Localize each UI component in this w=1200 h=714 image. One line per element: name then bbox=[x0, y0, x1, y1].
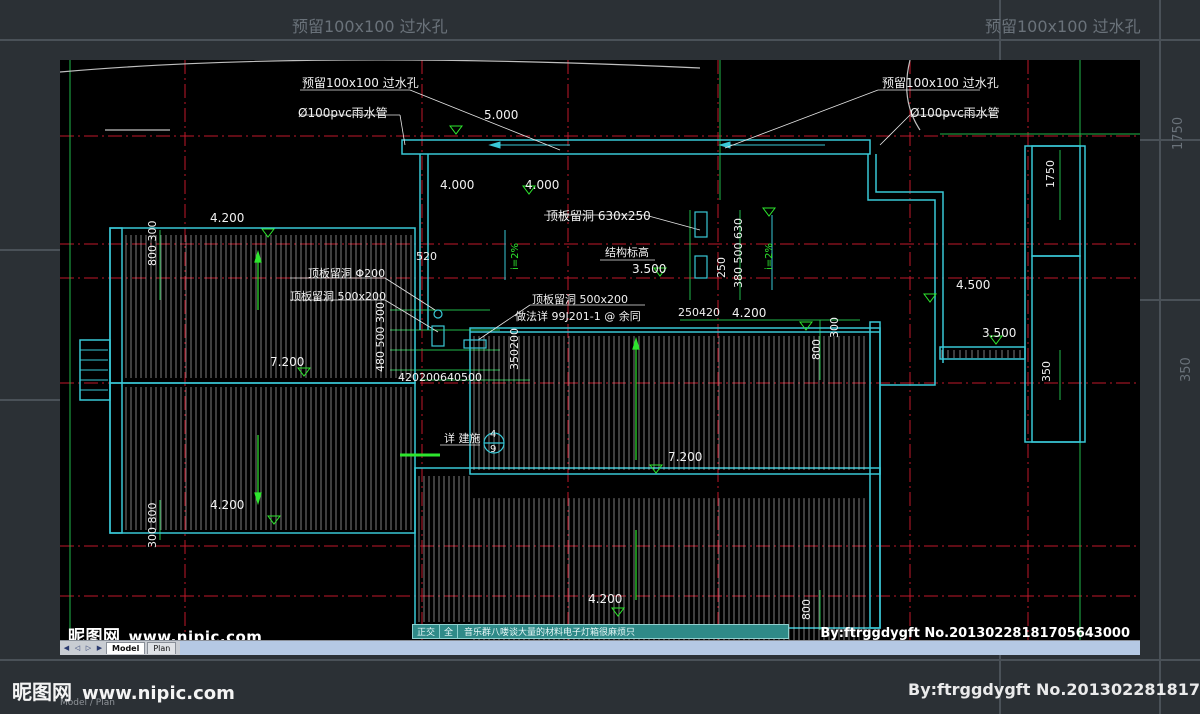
label-elev-4200-top: 4.200 bbox=[210, 211, 245, 225]
dim-520: 520 bbox=[416, 250, 437, 263]
bg-dim-1750: 1750 bbox=[1171, 117, 1186, 150]
tab-first-icon[interactable]: ◀ bbox=[62, 644, 71, 653]
label-elev-4000-b: 4.000 bbox=[525, 178, 560, 192]
bg-dim-350: 350 bbox=[1179, 357, 1194, 382]
watermark-brand: 昵图网 bbox=[68, 627, 121, 640]
slope-left: i=2% bbox=[510, 242, 521, 270]
label-opening-500x200-mid: 顶板留洞 500x200 bbox=[532, 293, 628, 306]
dim-250420: 250420 bbox=[678, 306, 720, 319]
dim-350200: 350200 bbox=[508, 328, 521, 370]
background-watermark: 昵图网 www.nipic.com bbox=[12, 676, 235, 705]
label-elev-5000: 5.000 bbox=[484, 108, 519, 122]
label-struct-elev: 结构标高 bbox=[605, 246, 649, 259]
label-ref-99j201: 做法详 99J201-1 @ 余同 bbox=[515, 310, 641, 323]
dim-800-bottom: 800 bbox=[800, 599, 813, 620]
command-status-bar[interactable]: 正交 全 音乐群八喽谈大量的材料电子灯箱很麻烦只 bbox=[412, 624, 789, 639]
label-elev-7200-mid: 7.200 bbox=[668, 450, 703, 464]
dim-420200640500: 420200640500 bbox=[398, 371, 482, 384]
tab-plan[interactable]: Plan bbox=[147, 642, 177, 654]
label-elev-3500-right: 3.500 bbox=[982, 326, 1017, 340]
tab-last-icon[interactable]: ▶ bbox=[95, 644, 104, 653]
label-elev-4000-a: 4.000 bbox=[440, 178, 475, 192]
label-elev-4200-left-bottom: 4.200 bbox=[210, 498, 245, 512]
dim-250: 250 bbox=[715, 257, 728, 278]
status-cell-ortho[interactable]: 正交 bbox=[413, 625, 441, 638]
watermark-site: www.nipic.com bbox=[128, 628, 263, 640]
dim-1750: 1750 bbox=[1044, 160, 1057, 188]
label-pvc-pipe-left: Ø100pvc雨水管 bbox=[298, 106, 388, 120]
tab-model[interactable]: Model bbox=[106, 642, 146, 654]
label-elev-4200-bottom: 4.200 bbox=[588, 592, 623, 606]
label-elev-4200-right: 4.200 bbox=[732, 306, 767, 320]
bg-label-top-left: 预留100x100 过水孔 bbox=[292, 17, 448, 36]
status-cell-all[interactable]: 全 bbox=[440, 625, 459, 638]
dim-300-right: 300 bbox=[828, 317, 841, 338]
dim-380-500-630: 380 500 630 bbox=[732, 218, 745, 288]
slope-right: i=2% bbox=[764, 242, 775, 270]
label-roof-opening-630: 顶板留洞 630x250 bbox=[546, 209, 651, 223]
label-elev-4500: 4.500 bbox=[956, 278, 991, 292]
dim-300-800-bot: 300 800 bbox=[146, 502, 159, 549]
label-elev-7200-left: 7.200 bbox=[270, 355, 305, 369]
label-pvc-pipe-right: Ø100pvc雨水管 bbox=[910, 106, 1000, 120]
background-tabs: Model / Plan bbox=[60, 698, 115, 708]
left-stairs bbox=[80, 349, 108, 391]
label-opening-p200: 顶板留洞 Φ200 bbox=[308, 267, 386, 280]
label-pipe-hole-right: 预留100x100 过水孔 bbox=[882, 76, 999, 90]
label-elev-3500-mid: 3.500 bbox=[632, 262, 667, 276]
dim-480-500-300: 480 500 300 bbox=[374, 302, 387, 372]
tab-next-icon[interactable]: ▷ bbox=[84, 644, 93, 653]
layout-tab-bar: ◀ ◁ ▷ ▶ Model Plan bbox=[60, 640, 1140, 655]
dimension-lines bbox=[69, 60, 1140, 640]
detail-callout-bottom: 9 bbox=[490, 444, 497, 455]
label-note-left: 详 建施 bbox=[444, 432, 481, 445]
bg-label-top-right: 预留100x100 过水孔 bbox=[985, 17, 1141, 36]
dim-800-300-top: 800 300 bbox=[146, 220, 159, 267]
dim-800-right: 800 bbox=[810, 339, 823, 360]
command-message: 音乐群八喽谈大量的材料电子灯箱很麻烦只 bbox=[464, 628, 636, 638]
watermark-byline: By:ftrggdygft No.20130228181705643000 bbox=[820, 626, 1130, 640]
cad-viewport[interactable]: 预留100x100 过水孔 Ø100pvc雨水管 预留100x100 过水孔 Ø… bbox=[60, 60, 1140, 640]
floor-plan-drawing bbox=[60, 60, 1140, 640]
watermark: 昵图网 www.nipic.com bbox=[68, 622, 262, 640]
detail-callout-top: 4 bbox=[490, 429, 497, 440]
tab-prev-icon[interactable]: ◁ bbox=[73, 644, 82, 653]
dim-350: 350 bbox=[1040, 361, 1053, 382]
label-pipe-hole-left: 预留100x100 过水孔 bbox=[302, 76, 419, 90]
horizontal-scrollbar[interactable] bbox=[180, 641, 1140, 655]
background-watermark-byline: By:ftrggdygft No.201302281817 bbox=[908, 680, 1200, 699]
label-opening-500x200-left: 顶板留洞 500x200 bbox=[290, 290, 386, 303]
